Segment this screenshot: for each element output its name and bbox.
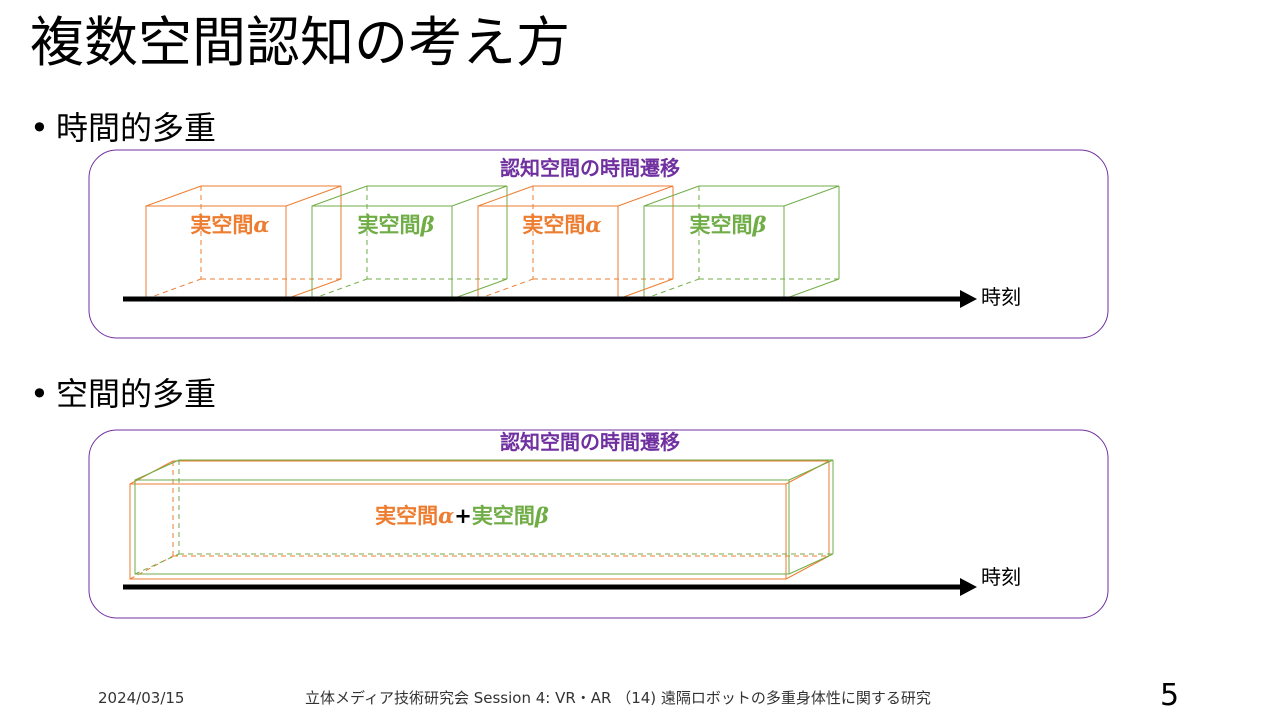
box-hidden-edge bbox=[129, 555, 174, 580]
time-axis-arrowhead bbox=[960, 578, 977, 596]
cube-label-text: 実空間 bbox=[190, 213, 253, 237]
time-axis-label: 時刻 bbox=[981, 285, 1021, 309]
box-edge bbox=[788, 459, 834, 481]
alpha-space-label: 実空間 bbox=[375, 504, 438, 528]
box-edge bbox=[145, 185, 202, 207]
box-hidden-edge bbox=[145, 278, 202, 300]
spatial-panel: 認知空間の時間遷移 実空間α+実空間β 時刻 bbox=[88, 429, 1109, 619]
box-edge bbox=[477, 185, 534, 207]
cube-label: 実空間β bbox=[690, 212, 767, 237]
cube-label-symbol: α bbox=[253, 212, 269, 237]
box-edge bbox=[451, 278, 508, 300]
temporal-frame-label: 認知空間の時間遷移 bbox=[500, 156, 680, 180]
temporal-panel: 認知空間の時間遷移 実空間α 実空間β 実空間α 実空間β 時刻 bbox=[88, 149, 1109, 339]
diagram-canvas: 認知空間の時間遷移 実空間α 実空間β 実空間α 実空間β 時刻 認知空間の時間遷移 … bbox=[88, 149, 1109, 619]
time-axis-label: 時刻 bbox=[981, 565, 1021, 589]
temporal-cubes: 実空間α 実空間β 実空間α 実空間β bbox=[145, 185, 840, 300]
box-edge bbox=[311, 185, 368, 207]
page-number: 5 bbox=[1160, 678, 1180, 713]
spatial-combined-label: 実空間α+実空間β bbox=[375, 503, 549, 528]
box-edge bbox=[451, 185, 508, 207]
spatial-frame bbox=[88, 429, 1109, 619]
cube-label: 実空間β bbox=[358, 212, 435, 237]
cube-label-text: 実空間 bbox=[690, 213, 753, 237]
box-edge bbox=[617, 185, 674, 207]
box-edge bbox=[643, 185, 700, 207]
alpha-symbol: α bbox=[438, 503, 454, 528]
box-edge bbox=[783, 278, 840, 300]
footer-presentation-info: 立体メディア技術研究会 Session 4: VR・AR （14) 遠隔ロボット… bbox=[305, 689, 931, 707]
spatial-frame-label: 認知空間の時間遷移 bbox=[500, 430, 680, 454]
box-edge bbox=[617, 278, 674, 300]
box-edge bbox=[785, 555, 830, 580]
box-edge bbox=[285, 185, 342, 207]
cube-label: 実空間α bbox=[190, 212, 269, 237]
box-hidden-edge bbox=[311, 278, 368, 300]
beta-space-label: 実空間 bbox=[472, 504, 535, 528]
cube-label-text: 実空間 bbox=[358, 213, 421, 237]
box-edge bbox=[285, 278, 342, 300]
footer-date: 2024/03/15 bbox=[98, 689, 185, 707]
time-axis-arrowhead bbox=[960, 290, 977, 308]
box-edge bbox=[134, 459, 180, 481]
cube-label-symbol: β bbox=[420, 212, 435, 237]
box-edge bbox=[783, 185, 840, 207]
box-hidden-edge bbox=[643, 278, 700, 300]
box-edge bbox=[788, 553, 834, 575]
cube-label: 実空間α bbox=[522, 212, 601, 237]
cube-label-symbol: α bbox=[585, 212, 601, 237]
cube-label-symbol: β bbox=[752, 212, 767, 237]
cube-label-text: 実空間 bbox=[522, 213, 585, 237]
beta-symbol: β bbox=[534, 503, 549, 528]
box-hidden-edge bbox=[477, 278, 534, 300]
plus-sign: + bbox=[454, 504, 472, 528]
box-front-face bbox=[129, 483, 787, 580]
